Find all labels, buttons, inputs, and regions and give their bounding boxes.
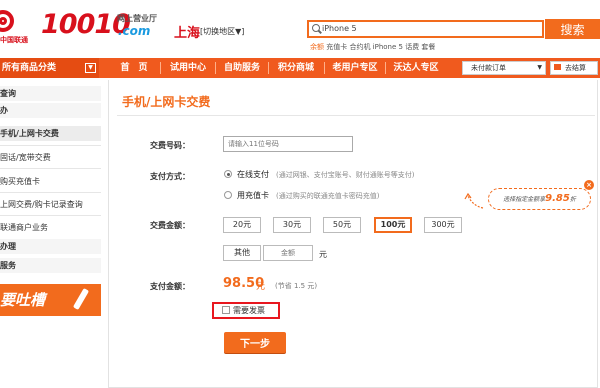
nav-item-home[interactable]: 首 页: [113, 58, 155, 78]
sidebar-divider: [0, 215, 101, 216]
switch-region-link[interactable]: [切换地区▼]: [200, 26, 244, 37]
next-step-button[interactable]: 下一步: [224, 332, 286, 353]
amount-unit: 元: [319, 250, 327, 259]
hot-links-rest[interactable]: 充值卡 合约机 iPhone 5 话费 套餐: [324, 43, 435, 51]
pay-amount-label: 支付金额：: [150, 282, 190, 291]
pay-amount-unit: 元: [256, 282, 266, 292]
sidebar-item-payment-records[interactable]: 上网交费/购卡记录查询: [0, 199, 83, 210]
amount-label: 交费金额：: [150, 221, 190, 230]
nav-divider: [385, 62, 386, 74]
tip-discount-value: 9.85: [545, 193, 570, 204]
amount-20[interactable]: 20元: [223, 217, 261, 233]
close-icon[interactable]: ×: [584, 180, 594, 190]
payment-method-label: 支付方式：: [150, 172, 190, 181]
search-input[interactable]: [322, 21, 542, 36]
sidebar-divider: [0, 168, 101, 169]
nav-item-self-service[interactable]: 自助服务: [219, 58, 265, 78]
title-divider: [117, 115, 595, 116]
payment-panel: [108, 80, 598, 388]
nav-item-wo-talent[interactable]: 沃达人专区: [388, 58, 444, 78]
invoice-checkbox[interactable]: [222, 306, 230, 314]
sidebar-item-process[interactable]: 办理: [0, 239, 101, 254]
sidebar-item-handle[interactable]: 办: [0, 103, 101, 118]
nav-divider: [324, 62, 325, 74]
nav-item-trial-center[interactable]: 试用中心: [165, 58, 211, 78]
search-icon: [312, 24, 320, 32]
recharge-card-desc: (通过购买的联通充值卡密码充值): [276, 192, 380, 200]
search-button[interactable]: 搜索: [545, 19, 600, 39]
tip-prefix: 选择指定金额享: [503, 196, 546, 203]
radio-online-payment[interactable]: [224, 170, 232, 178]
online-payment-label[interactable]: 在线支付: [237, 169, 269, 180]
amount-other[interactable]: 其他: [223, 245, 261, 261]
discount-tip: 选择指定金额享9.85折: [488, 188, 591, 210]
chevron-down-icon[interactable]: ▼: [85, 63, 96, 73]
unpaid-orders-dropdown[interactable]: 未付款订单 ▼: [462, 61, 546, 75]
amount-50[interactable]: 50元: [323, 217, 361, 233]
sidebar-item-merchant[interactable]: 联通商户业务: [0, 222, 48, 233]
saving-note: (节省 1.5 元): [275, 282, 318, 290]
nav-divider: [160, 62, 161, 74]
phone-number-input[interactable]: [223, 136, 353, 152]
sidebar-item-buy-recharge-card[interactable]: 购买充值卡: [0, 176, 40, 187]
radio-recharge-card[interactable]: [224, 191, 232, 199]
nav-divider: [268, 62, 269, 74]
sidebar-item-query[interactable]: 查询: [0, 86, 101, 101]
sidebar-item-landline-payment[interactable]: 固话/宽带交费: [0, 152, 51, 163]
current-city: 上海: [174, 26, 201, 41]
phone-label: 交费号码：: [150, 141, 190, 150]
invoice-label[interactable]: 需要发票: [233, 305, 265, 316]
nav-item-old-users[interactable]: 老用户专区: [326, 58, 384, 78]
custom-amount-input[interactable]: [263, 245, 313, 261]
online-payment-desc: (通过网银、支付宝账号、财付通账号等支付): [276, 171, 415, 179]
nav-divider: [215, 62, 216, 74]
brand-subtitle: 网上营业厅: [117, 14, 157, 23]
china-unicom-logo-icon[interactable]: [0, 10, 14, 32]
brand-name-cn: 中国联通: [0, 36, 28, 44]
brand-domain: .com: [118, 24, 151, 38]
tip-suffix: 折: [569, 196, 576, 203]
chevron-down-icon: ▼: [537, 64, 542, 71]
recharge-card-label[interactable]: 用充值卡: [237, 190, 269, 201]
nav-item-points-mall[interactable]: 积分商城: [272, 58, 320, 78]
hot-search-links: 余额 充值卡 合约机 iPhone 5 话费 套餐: [310, 42, 435, 52]
tip-pointer-arrow: [464, 192, 484, 209]
unpaid-orders-label: 未付款订单: [471, 64, 506, 72]
hot-link-balance[interactable]: 余额: [310, 43, 324, 51]
page-title: 手机/上网卡交费: [122, 95, 211, 109]
amount-100[interactable]: 100元: [374, 217, 412, 233]
amount-30[interactable]: 30元: [273, 217, 311, 233]
sidebar-divider: [0, 145, 101, 146]
sidebar-item-mobile-payment[interactable]: 手机/上网卡交费: [0, 126, 101, 141]
sidebar-item-service[interactable]: 服务: [0, 258, 101, 273]
amount-300[interactable]: 300元: [424, 217, 462, 233]
cart-icon: [554, 64, 561, 70]
sidebar-divider: [0, 192, 101, 193]
